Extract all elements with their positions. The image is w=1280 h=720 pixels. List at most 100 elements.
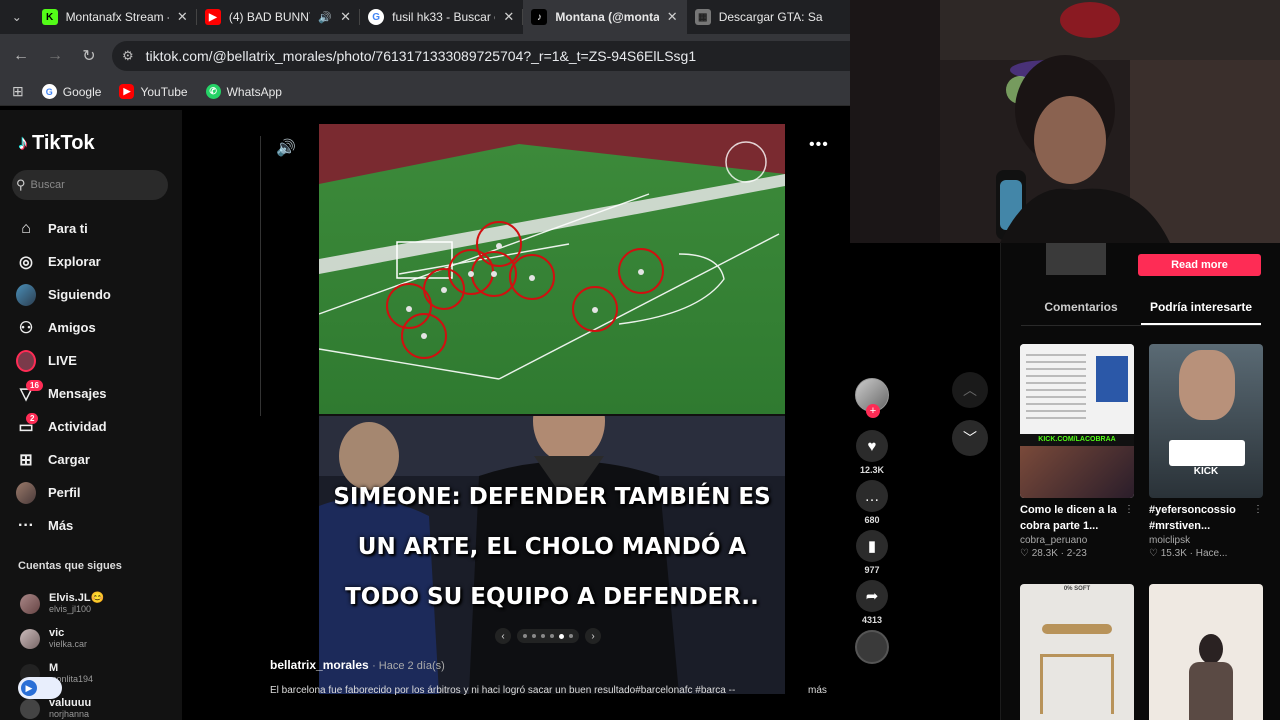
sidebar-item-explorar[interactable]: ◎ Explorar <box>16 245 111 278</box>
apps-grid-icon[interactable]: ⊞ <box>12 83 24 100</box>
sidebar-item-actividad[interactable]: ▭ 2 Actividad <box>16 410 111 443</box>
carousel-dot-active[interactable] <box>559 633 564 639</box>
close-icon[interactable]: ✕ <box>177 9 189 25</box>
more-options-icon[interactable]: ⋮ <box>1124 504 1134 515</box>
search-input[interactable]: ⚲ Buscar <box>12 170 168 200</box>
tiktok-logo[interactable]: ♪ TikTok <box>18 132 95 155</box>
more-options-icon[interactable]: ⋮ <box>1253 504 1263 515</box>
close-icon[interactable]: ✕ <box>503 9 515 25</box>
upload-icon: ⊞ <box>19 451 33 469</box>
kick-icon: K <box>41 9 58 25</box>
sidebar-item-label: Amigos <box>48 320 96 335</box>
tab-title: fusil hk33 - Buscar co <box>392 10 496 24</box>
tab-comentarios[interactable]: Comentarios <box>1021 300 1141 325</box>
comment-icon[interactable]: … <box>856 480 888 512</box>
follow-plus-icon[interactable]: + <box>866 404 880 418</box>
caption-line: SIMEONE: DEFENDER TAMBIÉN ES <box>333 484 771 510</box>
sidebar-item-siguiendo[interactable]: Siguiendo <box>16 278 111 311</box>
bookmark-google[interactable]: G Google <box>41 84 101 99</box>
author-name[interactable]: bellatrix_morales <box>270 658 369 672</box>
address-bar[interactable]: ⚙ tiktok.com/@bellatrix_morales/photo/76… <box>112 41 850 71</box>
volume-icon[interactable]: 🔊 <box>276 138 296 158</box>
speaker-icon[interactable]: 🔊 <box>318 11 332 24</box>
carousel-prev-icon[interactable]: ‹ <box>495 628 511 644</box>
bookmark-icon[interactable]: ▮ <box>856 530 888 562</box>
bookmark-whatsapp[interactable]: ✆ WhatsApp <box>205 84 282 99</box>
save-button[interactable]: ▮ 977 <box>854 530 890 575</box>
reload-icon[interactable]: ↻ <box>72 39 106 73</box>
suggestion-card[interactable]: KICK #yefersoncossio #mrstiven... moicli… <box>1149 344 1263 559</box>
bookmark-youtube[interactable]: ▶ YouTube <box>119 84 188 99</box>
browser-tab[interactable]: K Montanafx Stream - ✕ <box>34 0 197 34</box>
post-media[interactable]: SIMEONE: DEFENDER TAMBIÉN ES UN ARTE, EL… <box>319 124 785 694</box>
sidebar-item-label: Actividad <box>48 419 107 434</box>
sidebar-item-amigos[interactable]: ⚇ Amigos <box>16 311 111 344</box>
browser-tab[interactable]: G fusil hk33 - Buscar co ✕ <box>360 0 524 34</box>
description-more-link[interactable]: más <box>808 685 827 696</box>
site-settings-icon[interactable]: ⚙ <box>122 48 134 64</box>
close-icon[interactable]: ✕ <box>667 9 679 25</box>
music-disc-button[interactable] <box>854 630 890 664</box>
post-author[interactable]: bellatrix_morales · Hace 2 día(s) <box>270 658 445 672</box>
carousel-dot[interactable] <box>569 634 573 638</box>
sidebar-item-live[interactable]: LIVE <box>16 344 111 377</box>
author-avatar[interactable]: + <box>855 378 889 418</box>
like-button[interactable]: ♥ 12.3K <box>854 430 890 475</box>
carousel-next-icon[interactable]: › <box>585 628 601 644</box>
author-avatar-button[interactable]: + <box>854 378 890 418</box>
suggestion-thumbnail[interactable]: KICK.COM/LACOBRAA <box>1020 344 1134 498</box>
account-handle: elvis_jl100 <box>49 604 92 614</box>
back-arrow-icon[interactable]: ← <box>4 39 38 73</box>
following-section-title: Cuentas que sigues <box>18 560 122 572</box>
heart-icon[interactable]: ♥ <box>856 430 888 462</box>
browser-tab[interactable]: ▦ Descargar GTA: Sa <box>687 0 850 34</box>
suggestion-user[interactable]: moiclipsk <box>1149 535 1263 546</box>
whatsapp-icon: ✆ <box>205 84 221 99</box>
browser-tab[interactable]: ▶ (4) BAD BUNNY - 🔊 ✕ <box>197 0 361 34</box>
post-caption-overlay: SIMEONE: DEFENDER TAMBIÉN ES UN ARTE, EL… <box>319 472 785 622</box>
chevron-up-icon[interactable]: ︿ <box>952 372 988 408</box>
carousel-dot[interactable] <box>541 634 545 638</box>
carousel-dot[interactable] <box>532 634 536 638</box>
account-name: vic <box>49 627 65 639</box>
browser-tab-active[interactable]: ♪ Montana (@montan ✕ <box>523 0 687 34</box>
sidebar-item-cargar[interactable]: ⊞ Cargar <box>16 443 111 476</box>
carousel-dot[interactable] <box>523 634 527 638</box>
share-button[interactable]: ➦ 4313 <box>854 580 890 625</box>
followed-account[interactable]: Elvis.JL😊 elvis_jl100 <box>20 586 180 621</box>
followed-account[interactable]: vic vielka.car <box>20 621 180 656</box>
suggestion-card[interactable]: KICK.COM/LACOBRAA Como le dicen a la cob… <box>1020 344 1134 559</box>
floating-toggle-pill[interactable]: ▶ <box>18 677 62 699</box>
sidebar-item-perfil[interactable]: Perfil <box>16 476 111 509</box>
tiktok-sidebar: ♪ TikTok ⚲ Buscar ⌂ Para ti ◎ Explorar S… <box>0 110 182 720</box>
sidebar-item-label: Explorar <box>48 254 101 269</box>
tab-search-chevron-icon[interactable]: ⌄ <box>0 0 34 34</box>
activity-badge: 2 <box>26 412 39 424</box>
more-options-icon[interactable]: ••• <box>809 136 829 154</box>
tab-podria-interesarte[interactable]: Podría interesarte <box>1141 300 1261 325</box>
suggestion-card[interactable] <box>1149 584 1263 720</box>
suggestion-card[interactable]: 0% SOFT <box>1020 584 1134 720</box>
suggestion-thumbnail[interactable]: 0% SOFT <box>1020 584 1134 720</box>
sidebar-item-mas[interactable]: ··· Más <box>16 509 111 542</box>
read-more-button[interactable]: Read more <box>1138 254 1261 276</box>
suggestion-title[interactable]: Como le dicen a la cobra parte 1... <box>1020 502 1134 534</box>
forward-arrow-icon[interactable]: → <box>38 39 72 73</box>
music-disc-icon[interactable] <box>855 630 889 664</box>
suggestion-thumbnail[interactable]: KICK <box>1149 344 1263 498</box>
suggestion-thumbnail[interactable] <box>1149 584 1263 720</box>
suggestion-title[interactable]: #yefersoncossio #mrstiven... <box>1149 502 1263 534</box>
sidebar-item-para-ti[interactable]: ⌂ Para ti <box>16 212 111 245</box>
suggestion-user[interactable]: cobra_peruano <box>1020 535 1134 546</box>
share-icon[interactable]: ➦ <box>856 580 888 612</box>
avatar <box>20 593 40 614</box>
tab-title: (4) BAD BUNNY - <box>228 10 311 24</box>
chevron-down-icon[interactable]: ﹀ <box>952 420 988 456</box>
comment-button[interactable]: … 680 <box>854 480 890 525</box>
avatar <box>20 698 40 719</box>
post-time: · Hace 2 día(s) <box>372 660 445 672</box>
suggestion-meta: ♡ 15.3K · Hace... <box>1149 548 1228 559</box>
close-icon[interactable]: ✕ <box>340 9 352 25</box>
carousel-dot[interactable] <box>550 634 554 638</box>
sidebar-item-mensajes[interactable]: ▽ 16 Mensajes <box>16 377 111 410</box>
